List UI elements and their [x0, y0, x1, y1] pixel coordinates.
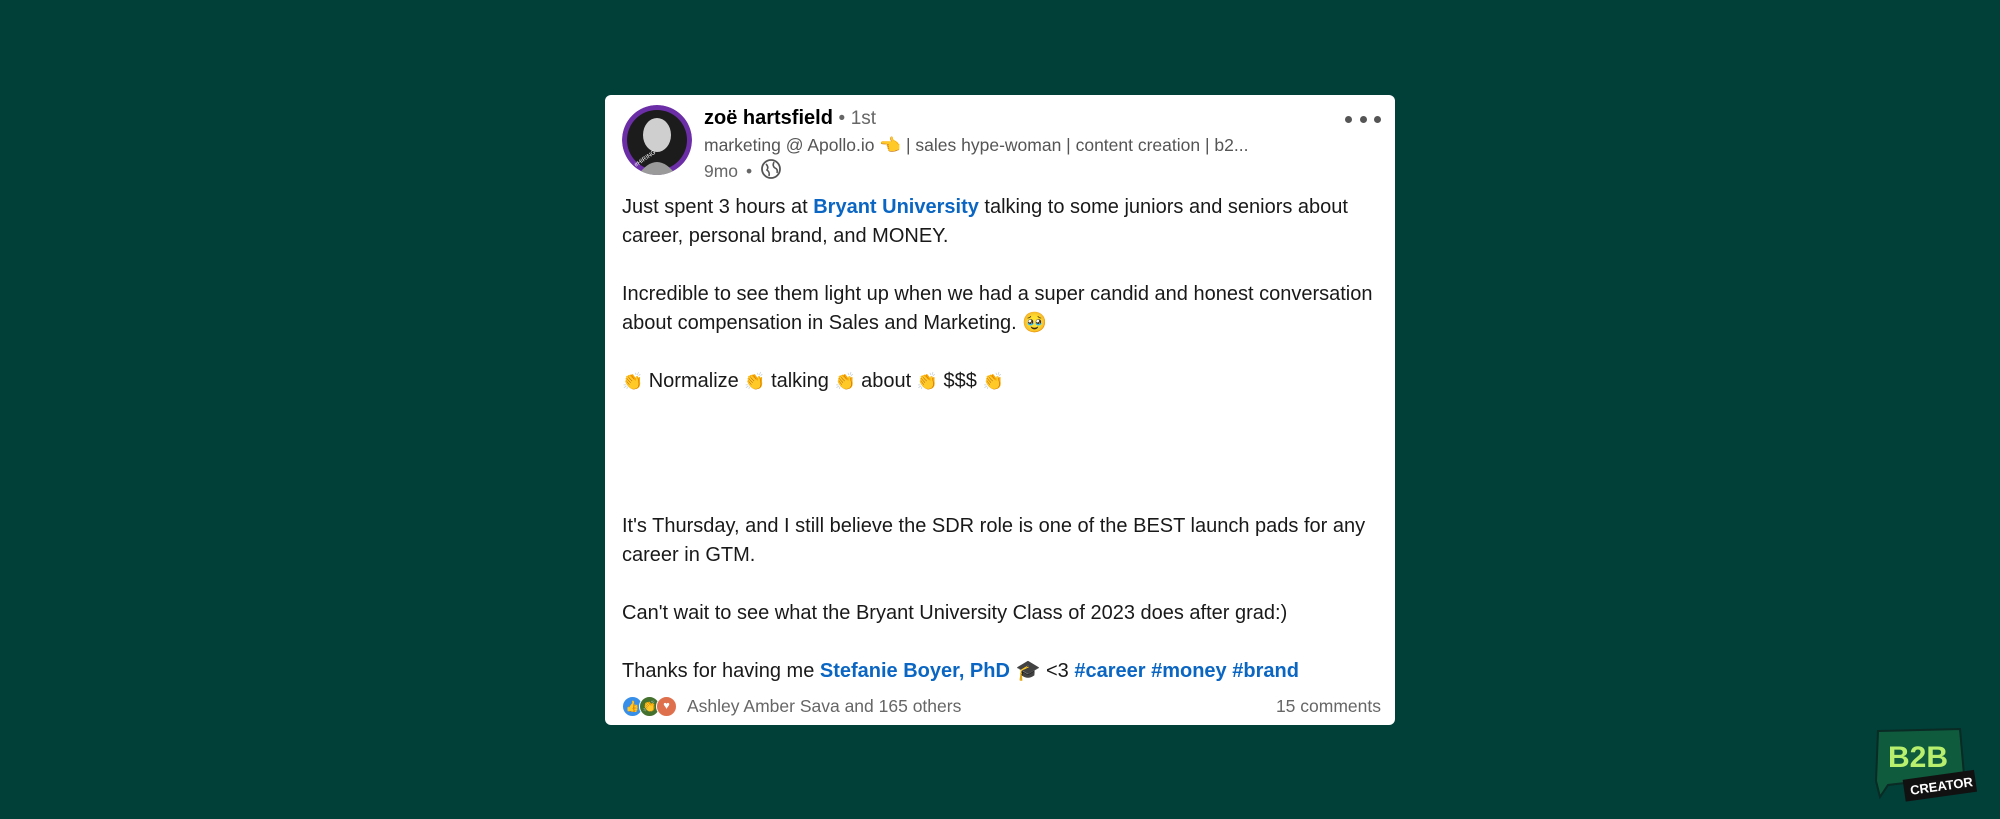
text-segment: Thanks for having me [622, 660, 820, 682]
grad-emoji: 🎓 [1015, 660, 1041, 682]
author-headline: marketing @ Apollo.io 👈 | sales hype-wom… [704, 135, 1249, 155]
hashtag-brand[interactable]: #brand [1232, 660, 1299, 682]
author-line: zoë hartsfield • 1st [704, 107, 876, 130]
clap-emoji: 👏 [622, 372, 644, 391]
word: about [861, 370, 912, 392]
mention-bryant-university[interactable]: Bryant University [813, 196, 979, 218]
word: talking [771, 370, 829, 392]
clap-emoji: 👏 [916, 372, 938, 391]
post-paragraph-4: It's Thursday, and I still believe the S… [622, 515, 1366, 566]
reaction-icons[interactable]: 👍 👏 ♥ [622, 695, 677, 717]
hashtag-money[interactable]: #money [1151, 660, 1227, 682]
clap-emoji: 👏 [982, 372, 1004, 391]
post-paragraph-6: Thanks for having me Stefanie Boyer, PhD… [622, 657, 1382, 686]
reactions-count[interactable]: Ashley Amber Sava and 165 others [687, 696, 961, 717]
post-paragraph-2: Incredible to see them light up when we … [622, 283, 1373, 334]
comments-count[interactable]: 15 comments [1276, 696, 1381, 717]
word: Normalize [648, 370, 739, 392]
post-card: #HIRING zoë hartsfield • 1st marketing @… [605, 95, 1395, 725]
connection-degree: 1st [850, 108, 877, 129]
logo-b2b: B2B [1888, 741, 1948, 774]
text-segment: Just spent 3 hours at [622, 196, 814, 218]
author-avatar[interactable]: #HIRING [622, 105, 692, 175]
post-meta: 9mo • [704, 158, 782, 185]
post-paragraph-3: 👏 Normalize 👏 talking 👏 about 👏 $$$ 👏 [622, 367, 1382, 396]
more-options-icon[interactable] [1345, 109, 1381, 129]
b2b-creator-logo: B2B CREATOR [1868, 725, 1978, 805]
clap-emoji: 👏 [744, 372, 766, 391]
meta-separator: • [746, 161, 753, 181]
social-counts: 👍 👏 ♥ Ashley Amber Sava and 165 others 1… [622, 695, 1381, 717]
word: $$$ [943, 370, 977, 392]
post-time: 9mo [704, 161, 739, 181]
love-icon: ♥ [656, 695, 677, 717]
author-name[interactable]: zoë hartsfield [704, 107, 833, 129]
post-paragraph-5: Can't wait to see what the Bryant Univer… [622, 602, 1288, 624]
post-paragraph-1: Just spent 3 hours at Bryant University … [622, 193, 1382, 251]
globe-icon [760, 158, 782, 185]
text-segment: <3 [1040, 660, 1075, 682]
mention-stefanie-boyer[interactable]: Stefanie Boyer, PhD [820, 660, 1010, 682]
clap-emoji: 👏 [834, 372, 856, 391]
separator-dot: • [838, 108, 846, 129]
hashtag-career[interactable]: #career [1074, 660, 1145, 682]
